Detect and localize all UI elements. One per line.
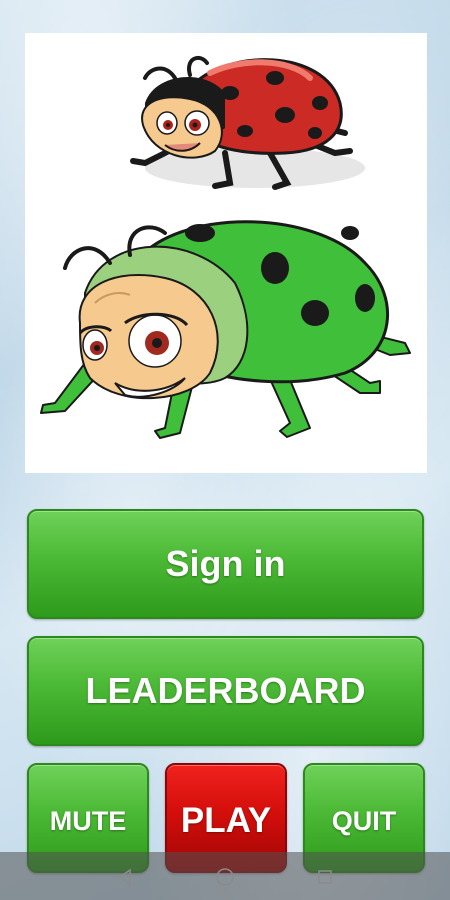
sign-in-label: Sign in: [165, 543, 286, 584]
quit-label: QUIT: [331, 805, 397, 836]
play-label: PLAY: [180, 801, 272, 840]
leaderboard-label: LEADERBOARD: [85, 670, 366, 711]
leaderboard-button[interactable]: LEADERBOARD: [27, 636, 424, 746]
sign-in-button[interactable]: Sign in: [27, 509, 424, 619]
mute-label: MUTE: [49, 805, 127, 836]
title-artwork-panel: [25, 33, 427, 473]
square-recents-icon[interactable]: [314, 866, 336, 888]
triangle-back-icon[interactable]: [114, 866, 136, 888]
ladybug-illustration: [40, 55, 411, 439]
circle-home-icon[interactable]: [214, 866, 236, 888]
system-navigation-bar: [0, 852, 450, 900]
